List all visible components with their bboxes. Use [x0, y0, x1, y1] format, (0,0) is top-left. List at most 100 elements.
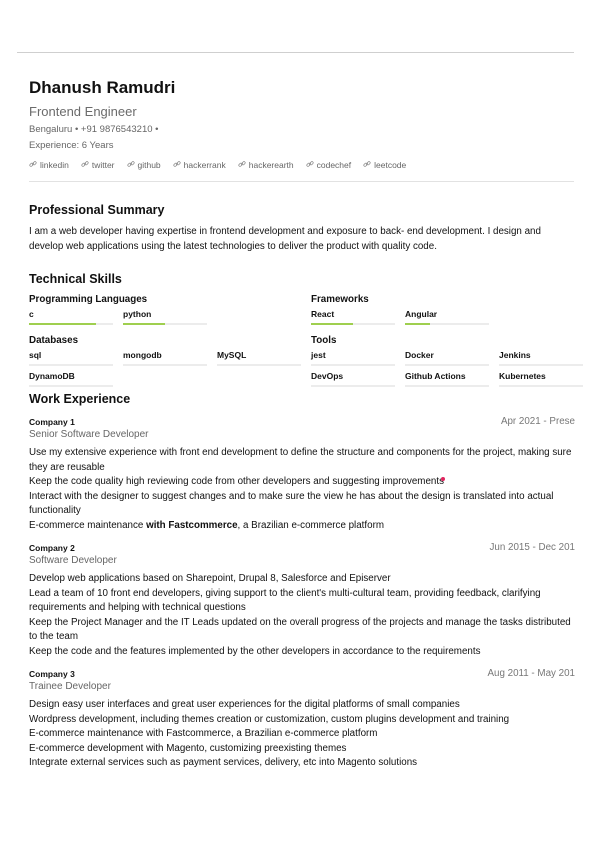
skill-level-track — [499, 364, 583, 366]
skill-row: jest Docker Jenkins — [311, 350, 593, 367]
link-label: twitter — [91, 160, 115, 170]
skill-name: Github Actions — [405, 371, 466, 381]
skill-row: DevOps Github Actions Kubernetes — [311, 371, 593, 388]
bullet-text: E-commerce maintenance — [29, 519, 147, 531]
skill-item: c — [29, 309, 123, 326]
job-bullet: Interact with the designer to suggest ch… — [29, 490, 575, 519]
job-bullet: Develop web applications based on Sharep… — [29, 572, 575, 587]
company-name: Company 3 — [29, 669, 75, 679]
skill-item: DevOps — [311, 371, 405, 388]
link-hackerearth[interactable]: hackerearth — [238, 159, 294, 171]
skill-level-fill — [123, 323, 165, 325]
skill-level-track — [29, 364, 113, 366]
job-header: Company 1 Apr 2021 - Prese — [29, 416, 575, 428]
bullet-text: Keep the code quality high reviewing cod… — [29, 476, 444, 487]
skill-group-title: Frameworks — [311, 294, 369, 305]
link-label: github — [137, 160, 161, 170]
job-bullet: Use my extensive experience with front e… — [29, 446, 575, 475]
job-bullet: Wordpress development, including themes … — [29, 713, 575, 728]
skill-group-title: Databases — [29, 335, 79, 346]
skill-level-track — [123, 364, 207, 366]
skill-level-track — [311, 323, 395, 325]
job-bullet: Keep the code quality high reviewing cod… — [29, 475, 575, 490]
link-icon — [238, 159, 246, 171]
skill-group-title: Programming Languages — [29, 294, 148, 305]
job-entry: Company 2 Jun 2015 - Dec 201 Software Deve… — [29, 542, 575, 659]
skill-name: React — [311, 309, 335, 319]
bullet-text: Lead a team of 10 front end developers, … — [29, 587, 541, 614]
bullet-text: Develop web applications based on Sharep… — [29, 573, 391, 584]
skill-group-databases: Databases sql mongodb MySQL DynamoDB — [29, 334, 311, 388]
cursor-marker — [440, 477, 445, 481]
bullet-text: E-commerce maintenance with Fastcommerce… — [29, 728, 378, 739]
link-twitter[interactable]: twitter — [81, 159, 115, 171]
job-bullets: Design easy user interfaces and great us… — [29, 698, 575, 771]
link-github[interactable]: github — [126, 159, 161, 171]
link-icon — [126, 159, 135, 171]
location-phone: Bengaluru • +91 9876543210 • — [29, 124, 159, 135]
summary-text: I am a web developer having expertise in… — [29, 226, 541, 252]
skill-row: c python — [29, 309, 217, 326]
link-icon — [363, 159, 371, 171]
bullet-text: Wordpress development, including themes … — [29, 713, 510, 725]
job-bullet: E-commerce development with Magento, cus… — [29, 742, 575, 757]
link-icon — [306, 159, 314, 171]
bullet-text: Integrate external services such as paym… — [29, 757, 418, 768]
skill-group-tools: Tools jest Docker Jenkins DevOps Github Actio… — [311, 334, 593, 388]
resume-content: Dhanush Ramudri Frontend Engineer Bengal… — [29, 78, 583, 771]
job-header: Company 3 Aug 2011 - May 201 — [29, 668, 575, 680]
bullet-text: E-commerce development with Magento, cus… — [29, 742, 347, 754]
skill-level-track — [29, 385, 113, 387]
bullet-text: Design easy user interfaces and great us… — [29, 699, 460, 710]
skill-group-frameworks: Frameworks React Angular — [311, 293, 499, 326]
skill-name: Kubernetes — [499, 371, 546, 381]
skill-level-track — [311, 385, 395, 387]
bullet-text: Keep the code and the features implement… — [29, 645, 481, 657]
skill-level-track — [499, 385, 583, 387]
skill-name: python — [123, 309, 152, 319]
skill-name: Angular — [405, 309, 438, 319]
job-entry: Company 1 Apr 2021 - Prese Senior Software… — [29, 416, 575, 533]
link-hackerrank[interactable]: hackerrank — [173, 159, 226, 171]
skill-item: Kubernetes — [499, 371, 593, 388]
skill-level-track — [405, 385, 489, 387]
skill-row: DynamoDB — [29, 371, 311, 388]
skill-name: DevOps — [311, 371, 344, 381]
summary-heading: Professional Summary — [29, 203, 165, 217]
bullet-text: , a Brazilian e-commerce platform — [237, 519, 385, 531]
skill-level-track — [405, 323, 489, 325]
skill-item: python — [123, 309, 217, 326]
link-linkedin[interactable]: linkedin — [29, 159, 69, 171]
skill-level-track — [217, 364, 301, 366]
experience-heading: Work Experience — [29, 392, 131, 406]
job-dates: Jun 2015 - Dec 201 — [489, 542, 575, 553]
experience-years: Experience: 6 Years — [29, 140, 114, 151]
job-dates: Apr 2021 - Prese — [500, 416, 575, 427]
skill-name: sql — [29, 350, 42, 360]
skill-item: Github Actions — [405, 371, 499, 388]
job-list: Company 1 Apr 2021 - Prese Senior Software… — [29, 416, 575, 771]
skill-level-fill — [29, 323, 97, 325]
skill-item: mongodb — [123, 350, 217, 367]
link-leetcode[interactable]: leetcode — [363, 159, 406, 171]
skill-row: React Angular — [311, 309, 499, 326]
header-divider — [29, 181, 574, 182]
skill-level-fill — [405, 323, 431, 325]
job-entry: Company 3 Aug 2011 - May 201 Trainee Devel… — [29, 668, 575, 771]
job-bullets: Develop web applications based on Sharep… — [29, 572, 575, 659]
job-bullet: Lead a team of 10 front end developers, … — [29, 587, 575, 616]
skill-name: c — [29, 309, 34, 319]
job-bullet: Keep the Project Manager and the IT Lead… — [29, 616, 575, 645]
skill-name: DynamoDB — [29, 371, 75, 381]
job-title: Software Developer — [29, 555, 117, 566]
link-label: hackerearth — [248, 160, 294, 170]
link-label: leetcode — [374, 160, 407, 170]
top-divider — [17, 52, 574, 53]
job-bullets: Use my extensive experience with front e… — [29, 446, 575, 533]
skill-group-title: Tools — [311, 335, 337, 346]
link-codechef[interactable]: codechef — [306, 159, 351, 171]
link-icon — [81, 159, 89, 171]
skill-item: React — [311, 309, 405, 326]
company-name: Company 2 — [29, 543, 75, 553]
skill-name: jest — [311, 350, 326, 360]
